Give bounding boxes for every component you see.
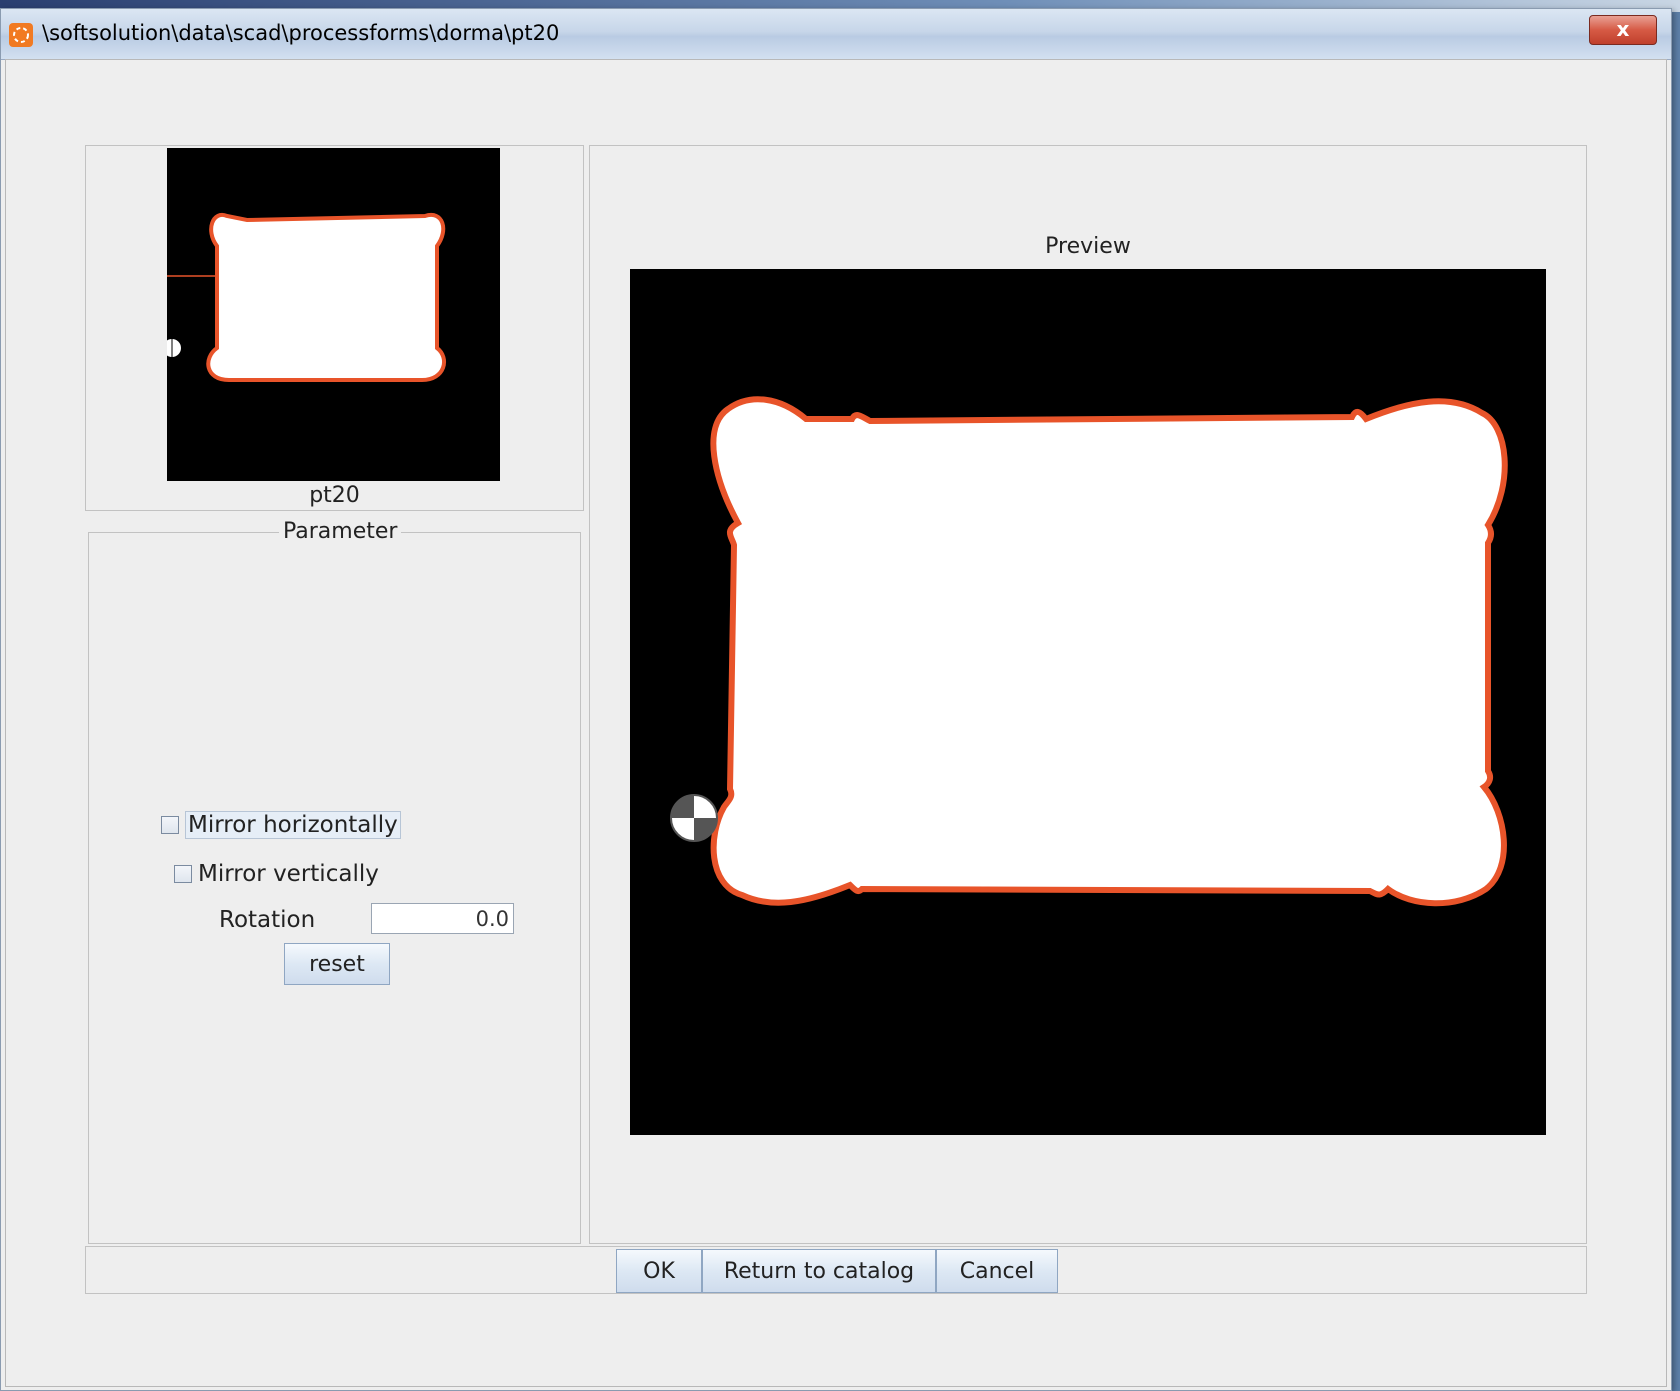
client-area: pt20 Parameter Mirror horizontally Mirro… [5, 59, 1667, 1387]
origin-marker-icon [670, 794, 718, 842]
cancel-button[interactable]: Cancel [936, 1249, 1058, 1293]
return-to-catalog-button[interactable]: Return to catalog [702, 1249, 936, 1293]
close-icon: x [1616, 17, 1630, 41]
mirror-vertically-option[interactable]: Mirror vertically [174, 861, 379, 887]
dialog-window: \softsolution\data\scad\processforms\dor… [0, 8, 1672, 1391]
window-title: \softsolution\data\scad\processforms\dor… [42, 21, 560, 45]
parameter-legend: Parameter [279, 519, 402, 544]
preview-label: Preview [1045, 234, 1131, 259]
mirror-vertically-checkbox[interactable] [174, 865, 192, 883]
app-icon [9, 23, 33, 47]
reset-button[interactable]: reset [284, 943, 390, 985]
shape-thumbnail [163, 148, 500, 481]
title-bar[interactable]: \softsolution\data\scad\processforms\dor… [1, 9, 1671, 60]
mirror-horizontally-label: Mirror horizontally [185, 811, 401, 839]
dialog-button-bar: OK Return to catalog Cancel [85, 1246, 1587, 1294]
rotation-input[interactable] [371, 903, 514, 934]
close-button[interactable]: x [1589, 15, 1657, 45]
mirror-horizontally-checkbox[interactable] [161, 816, 179, 834]
rotation-label: Rotation [219, 907, 316, 933]
shape-name-caption: pt20 [309, 483, 360, 508]
ok-button[interactable]: OK [616, 1249, 702, 1293]
mirror-horizontally-option[interactable]: Mirror horizontally [161, 811, 401, 839]
thumbnail-panel: pt20 [85, 145, 584, 511]
shape-preview-canvas[interactable] [630, 269, 1546, 1135]
mirror-vertically-label: Mirror vertically [198, 861, 379, 887]
parameter-panel: Parameter Mirror horizontally Mirror ver… [88, 519, 581, 1244]
preview-panel: Preview [589, 145, 1587, 1244]
